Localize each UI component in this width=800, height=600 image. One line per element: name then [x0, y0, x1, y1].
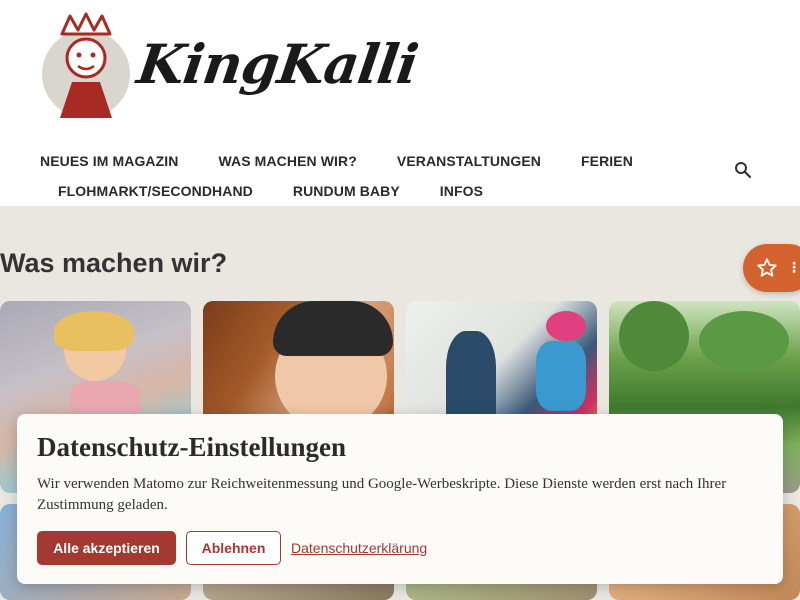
card-image-detail: [536, 341, 586, 411]
nav-item-infos[interactable]: INFOS: [440, 183, 483, 199]
site-header: KingKalli NEUES IM MAGAZIN WAS MACHEN WI…: [0, 0, 800, 206]
consent-title: Datenschutz-Einstellungen: [37, 432, 347, 462]
nav-item-veranstaltungen[interactable]: VERANSTALTUNGEN: [397, 153, 541, 169]
reject-button[interactable]: Ablehnen: [186, 531, 281, 565]
consent-text: Wir verwenden Matomo zur Reichweitenmess…: [37, 476, 727, 513]
card-image-detail: [546, 311, 586, 341]
card-image-detail: [446, 331, 496, 421]
privacy-policy-link[interactable]: Datenschutzerklärung: [291, 540, 427, 556]
logo-wordmark: KingKalli: [133, 32, 422, 96]
favorites-button[interactable]: ⋮: [743, 244, 800, 292]
card-image-detail: [273, 301, 393, 356]
nav-item-neues-im-magazin[interactable]: NEUES IM MAGAZIN: [40, 153, 179, 169]
card-image-detail: [619, 301, 689, 371]
nav-item-ferien[interactable]: FERIEN: [581, 153, 633, 169]
king-logo-icon: [42, 12, 130, 118]
nav-row-1: NEUES IM MAGAZIN WAS MACHEN WIR? VERANST…: [0, 146, 720, 176]
nav-row-2: FLOHMARKT/SECONDHAND RUNDUM BABY INFOS: [0, 176, 720, 206]
card-image-detail: [699, 311, 789, 371]
main-navigation: NEUES IM MAGAZIN WAS MACHEN WIR? VERANST…: [0, 146, 720, 206]
nav-item-rundum-baby[interactable]: RUNDUM BABY: [293, 183, 400, 199]
star-outline-icon: [757, 258, 777, 277]
nav-item-flohmarkt-secondhand[interactable]: FLOHMARKT/SECONDHAND: [58, 183, 253, 199]
site-logo[interactable]: KingKalli: [38, 12, 421, 124]
search-icon[interactable]: [733, 160, 753, 180]
more-options-icon: ⋮: [787, 260, 800, 276]
nav-item-was-machen-wir[interactable]: WAS MACHEN WIR?: [219, 153, 357, 169]
cookie-consent-dialog: Datenschutz-Einstellungen Wir verwenden …: [17, 414, 783, 584]
card-image-detail: [54, 311, 134, 351]
section-title: Was machen wir?: [0, 248, 228, 278]
accept-all-button[interactable]: Alle akzeptieren: [37, 531, 176, 565]
